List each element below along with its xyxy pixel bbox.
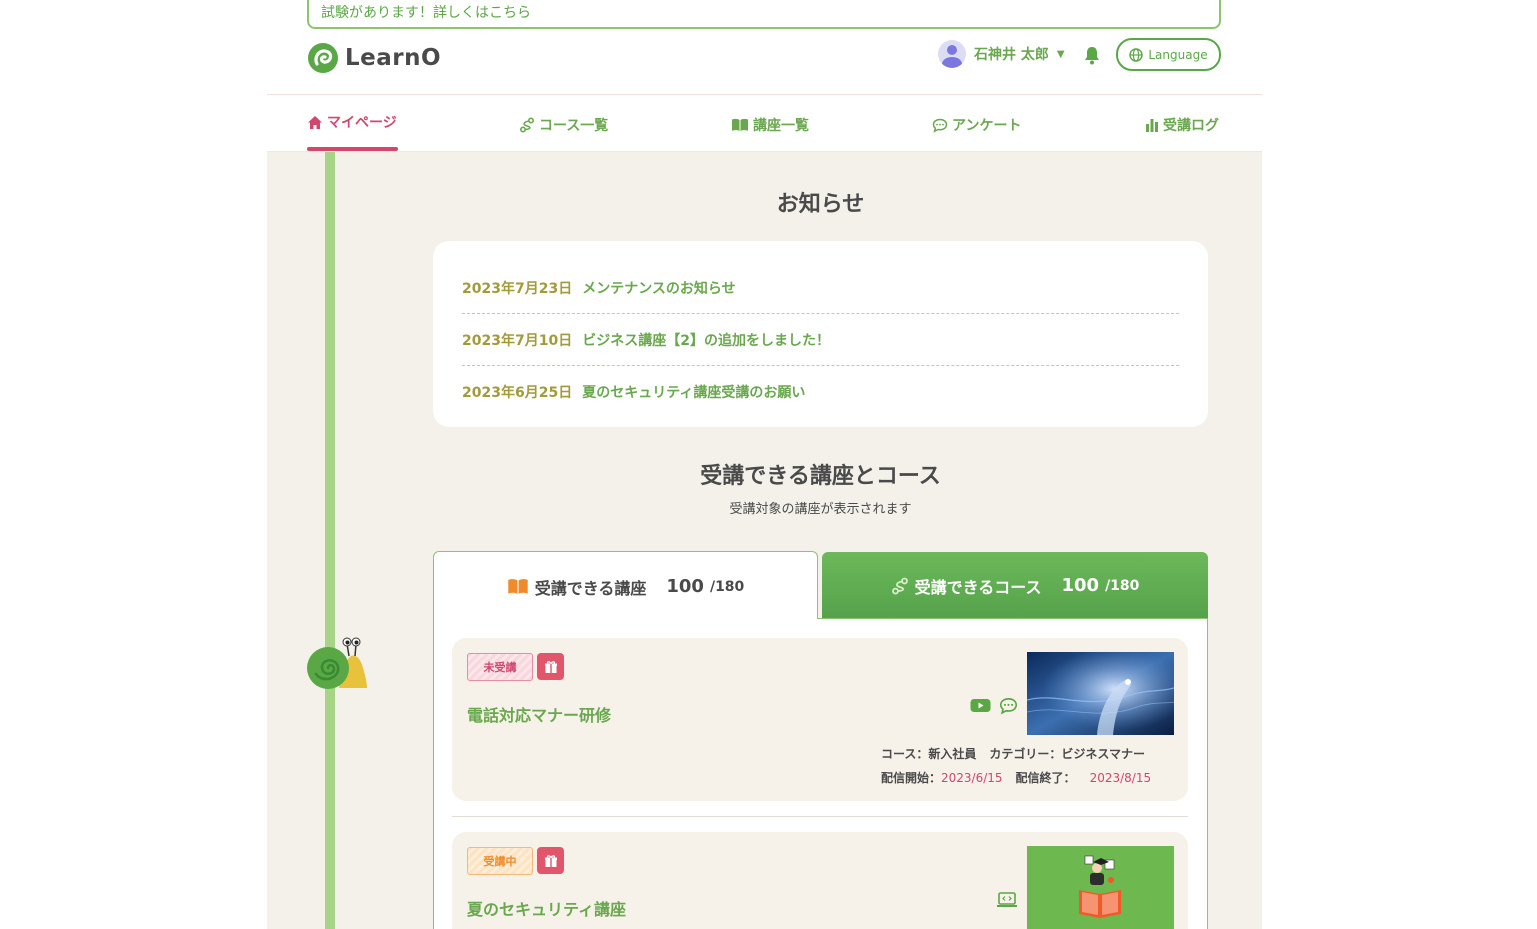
user-name: 石神井 太郎 (974, 47, 1049, 63)
start-label: 配信開始： (881, 771, 942, 785)
laptop-code-icon (997, 892, 1017, 907)
panel-border (818, 618, 1208, 619)
tab-survey[interactable]: アンケート (932, 115, 1021, 135)
user-menu[interactable]: 石神井 太郎 ▼ (938, 40, 1065, 68)
gift-icon (537, 653, 564, 680)
news-date: 2023年7月23日 (462, 280, 573, 297)
list-item[interactable]: 2023年7月10日 ビジネス講座【2】の追加をしました！ (462, 314, 1179, 366)
lecture-meta-course: コース：新入社員 カテゴリー：ビジネスマナー (881, 745, 1145, 762)
tab-lecture-list[interactable]: 講座一覧 (731, 115, 809, 135)
list-item[interactable]: 2023年6月25日 夏のセキュリティ講座受講のお願い (462, 366, 1179, 418)
video-icon (970, 699, 991, 712)
header-divider (267, 94, 1262, 95)
available-subtitle: 受講対象の講座が表示されます (729, 502, 912, 517)
progress-rail (325, 152, 335, 929)
book-icon (732, 118, 748, 131)
card-divider (452, 816, 1188, 817)
gift-icon (537, 847, 564, 874)
home-icon (308, 115, 322, 129)
avatar (938, 40, 966, 68)
logo[interactable]: LearnO (307, 42, 441, 74)
list-item[interactable]: 2023年7月23日 メンテナンスのお知らせ (462, 262, 1179, 314)
news-title: お知らせ (776, 192, 865, 217)
globe-icon (1129, 47, 1144, 62)
tab-mypage-label: マイページ (327, 115, 397, 131)
logo-text: LearnO (345, 45, 442, 71)
exam-notice-banner[interactable]: 試験があります！詳しくはこちら (307, 0, 1221, 29)
tab-courses-label: 受講できるコース (914, 577, 1042, 597)
news-date: 2023年7月10日 (462, 332, 573, 349)
tab-survey-label: アンケート (952, 118, 1022, 134)
tab-course-list[interactable]: コース一覧 (519, 115, 608, 135)
status-badge: 受講中 (467, 847, 533, 875)
tab-learning-log[interactable]: 受講ログ (1145, 115, 1219, 135)
lecture-title[interactable]: 電話対応マナー研修 (467, 702, 611, 726)
tab-learning-log-label: 受講ログ (1163, 118, 1219, 134)
end-date: 2023/8/15 (1089, 771, 1152, 785)
tab-available-lectures[interactable]: 受講できる講座 100/180 (433, 551, 818, 621)
news-list: 2023年7月23日 メンテナンスのお知らせ 2023年7月10日 ビジネス講座… (433, 241, 1208, 427)
category-label: カテゴリー：ビジネスマナー (989, 747, 1146, 761)
news-date: 2023年6月25日 (462, 385, 573, 401)
tab-course-list-label: コース一覧 (539, 118, 609, 134)
book-icon (507, 579, 528, 594)
courses-count: 100 (1061, 575, 1100, 596)
logo-mark-icon (308, 43, 338, 73)
language-label: Language (1148, 47, 1208, 62)
courses-total: /180 (1105, 577, 1140, 594)
language-button[interactable]: Language (1116, 38, 1221, 71)
news-text: ビジネス講座【2】の追加をしました！ (582, 332, 830, 349)
status-badge: 未受講 (467, 653, 533, 681)
end-label: 配信終了： (1015, 771, 1076, 785)
chat-icon (999, 698, 1018, 715)
bar-chart-icon (1146, 119, 1158, 132)
news-text: メンテナンスのお知らせ (582, 280, 736, 297)
tab-mypage[interactable]: マイページ (307, 112, 397, 132)
tab-lecture-list-label: 講座一覧 (753, 118, 809, 134)
lectures-count: 100 (666, 576, 704, 597)
snail-mascot-icon (307, 637, 367, 689)
lecture-title[interactable]: 夏のセキュリティ講座 (467, 896, 626, 920)
lectures-total: /180 (709, 578, 745, 595)
lecture-thumbnail (1027, 652, 1174, 735)
start-date: 2023/6/15 (941, 771, 1003, 785)
lecture-thumbnail (1027, 846, 1174, 929)
course-label: コース：新入社員 (881, 747, 977, 761)
chat-icon (932, 118, 948, 133)
tab-lectures-label: 受講できる講座 (534, 578, 647, 598)
bell-icon[interactable] (1083, 45, 1101, 65)
news-text: 夏のセキュリティ講座受講のお願い (582, 385, 806, 401)
route-icon (519, 117, 535, 133)
route-icon (891, 577, 908, 594)
tab-available-courses[interactable]: 受講できるコース 100/180 (822, 552, 1208, 619)
lecture-meta-dates: 配信開始：2023/6/15 配信終了： 2023/8/15 (881, 769, 1151, 786)
available-title: 受講できる講座とコース (700, 464, 941, 489)
chevron-down-icon: ▼ (1056, 48, 1065, 60)
